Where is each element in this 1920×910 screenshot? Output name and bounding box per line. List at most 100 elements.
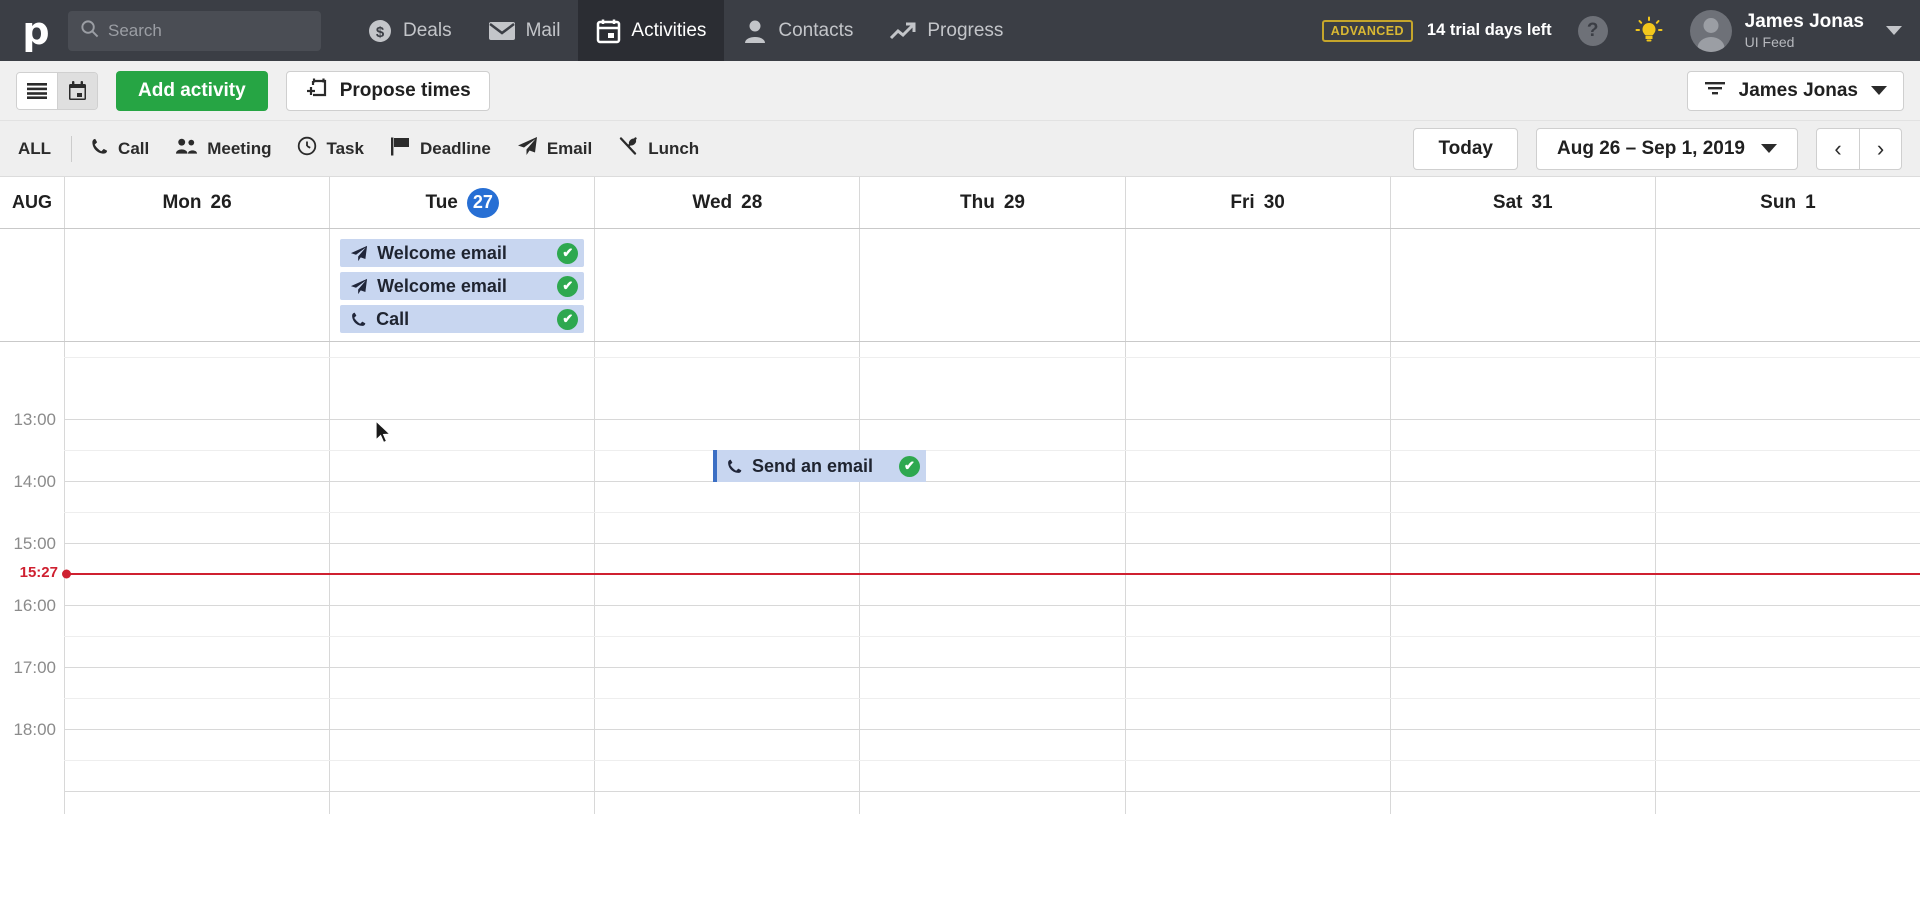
user-filter-dropdown[interactable]: James Jonas <box>1686 70 1904 111</box>
propose-times-button[interactable]: Propose times <box>285 70 490 111</box>
all-day-cell-wed[interactable] <box>594 229 859 341</box>
event-welcome-email-1[interactable]: Welcome email ✔ <box>340 239 585 267</box>
day-header-row: AUG Mon 26 Tue 27 Wed 28 Thu 29 Fri 30 S… <box>0 177 1920 229</box>
time-grid-columns <box>0 342 1920 814</box>
day-name: Tue <box>425 191 458 213</box>
event-send-an-email[interactable]: Send an email ✔ <box>713 450 926 482</box>
filter-email-label: Email <box>546 138 593 158</box>
search-input[interactable]: Search <box>68 10 321 51</box>
divider <box>71 135 73 162</box>
nav-label-progress: Progress <box>927 19 1004 41</box>
main-nav-items: $ Deals Mail Activities Contacts Progres… <box>349 0 1021 61</box>
day-header-thu[interactable]: Thu 29 <box>859 177 1124 228</box>
nav-item-deals[interactable]: $ Deals <box>349 0 470 61</box>
nav-label-mail: Mail <box>525 19 561 41</box>
day-header-sun[interactable]: Sun 1 <box>1654 177 1920 228</box>
all-day-cell-fri[interactable] <box>1124 229 1390 341</box>
pipedrive-logo-icon[interactable]: p <box>14 9 58 53</box>
nav-item-mail[interactable]: Mail <box>470 0 579 61</box>
nav-label-activities: Activities <box>631 19 707 41</box>
day-header-mon[interactable]: Mon 26 <box>64 177 329 228</box>
today-badge: 27 <box>466 187 499 218</box>
status-badge[interactable]: ✔ <box>557 242 579 264</box>
filter-task[interactable]: Task <box>297 136 364 161</box>
time-column-fri[interactable] <box>1124 342 1390 814</box>
all-day-cell-thu[interactable] <box>859 229 1124 341</box>
chevron-down-icon[interactable] <box>1886 26 1902 35</box>
today-button[interactable]: Today <box>1413 127 1518 170</box>
calendar-plus-icon <box>305 76 329 106</box>
day-number: 29 <box>1003 191 1025 213</box>
all-day-cell-sun[interactable] <box>1654 229 1920 341</box>
month-label-cell: AUG <box>0 177 64 228</box>
calendar-view-icon[interactable] <box>57 72 97 109</box>
day-number: 31 <box>1531 191 1553 213</box>
day-header-tue[interactable]: Tue 27 <box>329 177 594 228</box>
user-info: James Jonas UI Feed <box>1745 11 1864 51</box>
event-welcome-email-2[interactable]: Welcome email ✔ <box>340 272 585 300</box>
user-name: James Jonas <box>1744 10 1864 32</box>
filter-meeting-label: Meeting <box>207 138 272 158</box>
filter-icon <box>1704 80 1726 102</box>
help-icon[interactable]: ? <box>1577 15 1608 46</box>
day-header-wed[interactable]: Wed 28 <box>594 177 859 228</box>
day-number: 28 <box>741 191 763 213</box>
people-icon <box>175 137 198 160</box>
time-column-tue[interactable] <box>329 342 594 814</box>
all-day-cell-mon[interactable] <box>64 229 329 341</box>
time-column-wed[interactable] <box>594 342 859 814</box>
dollar-circle-icon: $ <box>367 18 393 44</box>
lightbulb-icon[interactable] <box>1634 16 1664 46</box>
day-name: Sun <box>1760 191 1797 213</box>
event-call[interactable]: Call ✔ <box>340 305 585 333</box>
time-column-mon[interactable] <box>64 342 329 814</box>
status-badge[interactable]: ✔ <box>557 308 579 330</box>
filter-deadline[interactable]: Deadline <box>390 136 491 161</box>
filter-all[interactable]: ALL <box>18 139 71 159</box>
day-header-sat[interactable]: Sat 31 <box>1389 177 1655 228</box>
filter-deadline-label: Deadline <box>419 138 491 158</box>
nav-item-contacts[interactable]: Contacts <box>724 0 871 61</box>
nav-item-progress[interactable]: Progress <box>871 0 1021 61</box>
all-day-cell-tue[interactable]: Welcome email ✔ Welcome email ✔ Call ✔ <box>329 229 594 341</box>
filter-lunch[interactable]: Lunch <box>618 136 699 161</box>
add-activity-button[interactable]: Add activity <box>116 70 268 111</box>
phone-icon <box>726 458 743 475</box>
all-day-row: Welcome email ✔ Welcome email ✔ Call ✔ <box>0 229 1920 342</box>
date-range-label: Aug 26 – Sep 1, 2019 <box>1557 137 1745 159</box>
status-badge[interactable]: ✔ <box>557 275 579 297</box>
user-company: UI Feed <box>1744 33 1795 50</box>
filter-meeting[interactable]: Meeting <box>175 137 271 160</box>
filter-lunch-label: Lunch <box>648 138 700 158</box>
trend-up-icon <box>889 20 917 42</box>
phone-icon <box>90 137 109 161</box>
all-day-cell-sat[interactable] <box>1389 229 1655 341</box>
avatar[interactable] <box>1689 9 1732 52</box>
day-name: Fri <box>1230 191 1255 213</box>
nav-label-deals: Deals <box>403 19 452 41</box>
next-week-button[interactable]: › <box>1859 128 1901 169</box>
status-badge[interactable]: ✔ <box>899 455 920 477</box>
event-title: Welcome email <box>377 275 507 296</box>
search-placeholder: Search <box>108 20 162 40</box>
clock-icon <box>297 136 317 161</box>
list-view-icon[interactable] <box>17 72 57 109</box>
current-time-dot <box>62 569 71 579</box>
top-navigation-bar: p Search $ Deals Mail Activities Contact… <box>0 0 1920 61</box>
time-column-sun[interactable] <box>1654 342 1920 814</box>
day-number: 26 <box>210 191 232 213</box>
nav-item-activities[interactable]: Activities <box>578 0 725 61</box>
paper-plane-icon <box>350 278 368 295</box>
day-header-fri[interactable]: Fri 30 <box>1124 177 1390 228</box>
week-calendar: AUG Mon 26 Tue 27 Wed 28 Thu 29 Fri 30 S… <box>0 177 1920 814</box>
chevron-down-icon <box>1871 86 1887 95</box>
previous-week-button[interactable]: ‹ <box>1817 129 1859 169</box>
date-range-selector[interactable]: Aug 26 – Sep 1, 2019 <box>1536 127 1798 170</box>
time-column-sat[interactable] <box>1389 342 1655 814</box>
filter-call[interactable]: Call <box>90 137 149 161</box>
paper-plane-icon <box>350 245 368 262</box>
time-column-thu[interactable] <box>859 342 1124 814</box>
plan-badge: ADVANCED <box>1321 19 1413 42</box>
filter-email[interactable]: Email <box>517 136 592 161</box>
flag-icon <box>390 136 411 161</box>
